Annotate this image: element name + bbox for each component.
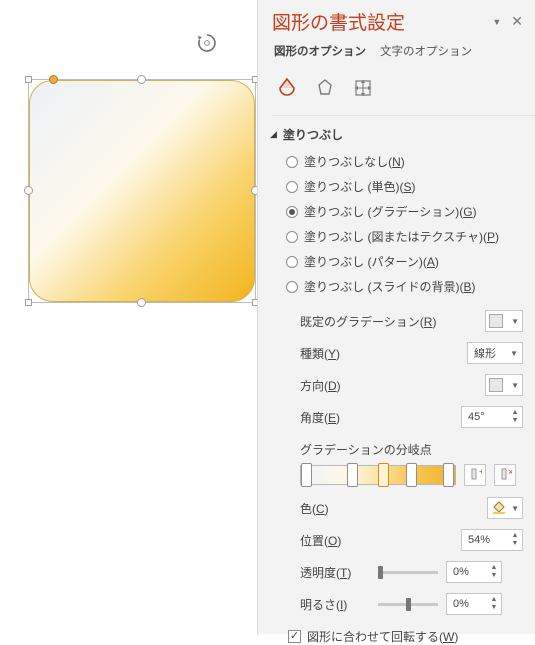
tab-shape-options[interactable]: 図形のオプション [274, 43, 366, 63]
pane-close-button[interactable]: ✕ [511, 13, 523, 30]
chevron-down-icon: ▼ [511, 317, 519, 326]
rotate-with-shape-label: 図形に合わせて回転する(W) [307, 628, 458, 645]
category-size-properties-icon[interactable] [350, 75, 376, 101]
brightness-input[interactable]: 0% ▲▼ [446, 593, 502, 615]
brightness-value: 0% [453, 598, 469, 610]
radio-icon [286, 156, 298, 168]
rotate-with-shape-checkbox[interactable]: 図形に合わせて回転する(W) [272, 620, 523, 645]
canvas [0, 0, 257, 634]
fill-slidebg-radio[interactable]: 塗りつぶし (スライドの背景)(B) [272, 274, 523, 299]
fill-pattern-label: 塗りつぶし (パターン)(A) [304, 253, 439, 270]
fill-gradient-radio[interactable]: 塗りつぶし (グラデーション)(G) [272, 199, 523, 224]
spin-up[interactable]: ▲ [510, 409, 520, 417]
slider-thumb[interactable] [378, 566, 383, 579]
category-effects-icon[interactable] [312, 75, 338, 101]
stop-position-label: 位置(O) [300, 532, 341, 549]
add-gradient-stop-button[interactable]: + [464, 464, 486, 486]
chevron-down-icon: ▼ [511, 381, 519, 390]
selection-handle-w[interactable] [24, 186, 33, 195]
radio-icon [286, 256, 298, 268]
pane-options-dropdown[interactable]: ▼ [492, 17, 501, 27]
spin-down[interactable]: ▼ [510, 540, 520, 548]
stop-color-label: 色(C) [300, 500, 329, 517]
gradient-stop-3[interactable] [378, 463, 389, 487]
swatch-preview [489, 314, 503, 328]
fill-picture-radio[interactable]: 塗りつぶし (図またはテクスチャ)(P) [272, 224, 523, 249]
gradient-stops-track[interactable] [300, 465, 456, 485]
section-fill-header[interactable]: ◢ 塗りつぶし [270, 126, 523, 143]
spin-down[interactable]: ▼ [510, 417, 520, 425]
fill-pattern-radio[interactable]: 塗りつぶし (パターン)(A) [272, 249, 523, 274]
tab-text-options[interactable]: 文字のオプション [380, 43, 472, 63]
gradient-stop-4[interactable] [406, 463, 417, 487]
svg-text:+: + [479, 468, 482, 476]
radio-icon [286, 181, 298, 193]
gradient-angle-label: 角度(E) [300, 409, 340, 426]
spin-down[interactable]: ▼ [489, 604, 499, 612]
selection-handle-nw[interactable] [25, 76, 32, 83]
radio-icon [286, 281, 298, 293]
checkbox-icon [288, 630, 301, 643]
rounded-rectangle-shape[interactable] [29, 80, 255, 302]
pane-title: 図形の書式設定 [272, 8, 405, 35]
fill-solid-radio[interactable]: 塗りつぶし (単色)(S) [272, 174, 523, 199]
gradient-stops-label: グラデーションの分岐点 [272, 433, 523, 462]
transparency-value: 0% [453, 566, 469, 578]
fill-none-radio[interactable]: 塗りつぶしなし(N) [272, 149, 523, 174]
selection-handle-n[interactable] [137, 75, 146, 84]
svg-text:×: × [508, 468, 512, 477]
slider-thumb[interactable] [406, 598, 411, 611]
gradient-direction-dropdown[interactable]: ▼ [485, 374, 523, 396]
transparency-input[interactable]: 0% ▲▼ [446, 561, 502, 583]
fill-solid-label: 塗りつぶし (単色)(S) [304, 178, 415, 195]
preset-gradient-label: 既定のグラデーション(R) [300, 313, 436, 330]
stop-color-dropdown[interactable]: ▼ [487, 497, 523, 519]
chevron-down-icon: ▼ [510, 349, 518, 358]
fill-none-label: 塗りつぶしなし(N) [304, 153, 405, 170]
radio-icon [286, 231, 298, 243]
chevron-down-icon: ▼ [511, 504, 519, 513]
format-shape-pane: 図形の書式設定 ▼ ✕ 図形のオプション 文字のオプション [257, 0, 535, 634]
transparency-label: 透明度(T) [300, 564, 370, 581]
selection-handle-sw[interactable] [25, 299, 32, 306]
gradient-direction-label: 方向(D) [300, 377, 341, 394]
paint-bucket-icon [491, 501, 507, 515]
gradient-stop-2[interactable] [347, 463, 358, 487]
brightness-slider[interactable] [378, 603, 438, 606]
gradient-type-label: 種類(Y) [300, 345, 340, 362]
spin-up[interactable]: ▲ [489, 596, 499, 604]
section-fill-label: 塗りつぶし [283, 126, 343, 143]
remove-gradient-stop-button[interactable]: × [494, 464, 516, 486]
rotate-handle[interactable] [196, 32, 218, 54]
fill-slidebg-label: 塗りつぶし (スライドの背景)(B) [304, 278, 475, 295]
fill-picture-label: 塗りつぶし (図またはテクスチャ)(P) [304, 228, 499, 245]
transparency-slider[interactable] [378, 571, 438, 574]
gradient-type-dropdown[interactable]: 線形 ▼ [467, 342, 523, 364]
fill-gradient-label: 塗りつぶし (グラデーション)(G) [304, 203, 477, 220]
category-fill-line-icon[interactable] [274, 75, 300, 101]
gradient-stop-1[interactable] [301, 463, 312, 487]
spin-up[interactable]: ▲ [510, 532, 520, 540]
selection-handle-s[interactable] [137, 298, 146, 307]
shape-selection-bounds [28, 79, 256, 303]
brightness-label: 明るさ(I) [300, 596, 370, 613]
stop-position-input[interactable]: 54% ▲▼ [461, 529, 523, 551]
radio-icon [286, 206, 298, 218]
stop-position-value: 54% [468, 534, 490, 546]
gradient-stop-5[interactable] [443, 463, 454, 487]
gradient-angle-input[interactable]: 45° ▲▼ [461, 406, 523, 428]
gradient-type-value: 線形 [474, 345, 496, 361]
spin-down[interactable]: ▼ [489, 572, 499, 580]
collapse-triangle-icon: ◢ [270, 129, 277, 140]
gradient-angle-value: 45° [468, 411, 485, 423]
preset-gradient-dropdown[interactable]: ▼ [485, 310, 523, 332]
swatch-preview [489, 378, 503, 392]
spin-up[interactable]: ▲ [489, 564, 499, 572]
